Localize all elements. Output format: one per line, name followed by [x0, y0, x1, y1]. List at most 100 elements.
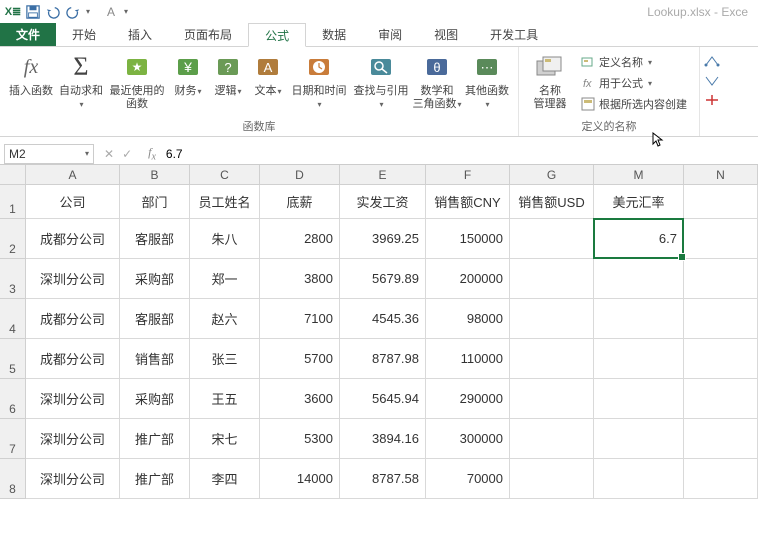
select-all-corner[interactable]: [0, 165, 26, 185]
undo-icon[interactable]: [44, 3, 62, 21]
cell[interactable]: [684, 185, 758, 219]
col-header[interactable]: D: [260, 165, 340, 185]
cell[interactable]: 美元汇率: [594, 185, 684, 219]
cell[interactable]: 8787.58: [340, 459, 426, 499]
redo-icon[interactable]: [64, 3, 82, 21]
cell[interactable]: 5700: [260, 339, 340, 379]
cell[interactable]: 王五: [190, 379, 260, 419]
cell[interactable]: 200000: [426, 259, 510, 299]
cell[interactable]: 5300: [260, 419, 340, 459]
cell[interactable]: [684, 419, 758, 459]
col-header[interactable]: N: [684, 165, 758, 185]
cell[interactable]: 朱八: [190, 219, 260, 259]
cell[interactable]: [684, 459, 758, 499]
cell[interactable]: 推广部: [120, 419, 190, 459]
use-in-formula-button[interactable]: fx 用于公式▾: [577, 74, 691, 92]
cell[interactable]: 成都分公司: [26, 219, 120, 259]
cell[interactable]: [684, 339, 758, 379]
tab-review[interactable]: 审阅: [362, 22, 418, 46]
cell[interactable]: [510, 379, 594, 419]
cell[interactable]: 李四: [190, 459, 260, 499]
row-header[interactable]: 2: [0, 219, 26, 259]
row-header[interactable]: 7: [0, 419, 26, 459]
col-header[interactable]: M: [594, 165, 684, 185]
cell[interactable]: 290000: [426, 379, 510, 419]
font-size-icon[interactable]: A: [102, 3, 120, 21]
cell[interactable]: 深圳分公司: [26, 459, 120, 499]
col-header[interactable]: F: [426, 165, 510, 185]
row-header[interactable]: 6: [0, 379, 26, 419]
row-header[interactable]: 1: [0, 185, 26, 219]
cell[interactable]: 深圳分公司: [26, 379, 120, 419]
cell[interactable]: 实发工资: [340, 185, 426, 219]
cell[interactable]: [684, 299, 758, 339]
cell[interactable]: 4545.36: [340, 299, 426, 339]
cell[interactable]: 5679.89: [340, 259, 426, 299]
accept-formula-icon[interactable]: ✓: [122, 147, 132, 161]
lookup-button[interactable]: 查找与引用▾: [350, 49, 412, 113]
cell[interactable]: 深圳分公司: [26, 259, 120, 299]
save-icon[interactable]: [24, 3, 42, 21]
cell[interactable]: [510, 459, 594, 499]
cell[interactable]: 98000: [426, 299, 510, 339]
cell[interactable]: 宋七: [190, 419, 260, 459]
cell[interactable]: 300000: [426, 419, 510, 459]
name-box[interactable]: M2 ▾: [4, 144, 94, 164]
cell[interactable]: [594, 299, 684, 339]
define-name-button[interactable]: 定义名称▾: [577, 53, 691, 71]
cell[interactable]: 销售部: [120, 339, 190, 379]
cell[interactable]: 7100: [260, 299, 340, 339]
tab-formulas[interactable]: 公式: [248, 23, 306, 47]
cell[interactable]: [510, 419, 594, 459]
col-header[interactable]: A: [26, 165, 120, 185]
cell[interactable]: 70000: [426, 459, 510, 499]
cell[interactable]: [684, 259, 758, 299]
cell[interactable]: 销售额CNY: [426, 185, 510, 219]
col-header[interactable]: B: [120, 165, 190, 185]
cell[interactable]: [684, 379, 758, 419]
cell[interactable]: 150000: [426, 219, 510, 259]
cell[interactable]: 成都分公司: [26, 299, 120, 339]
cell[interactable]: 5645.94: [340, 379, 426, 419]
cell[interactable]: 部门: [120, 185, 190, 219]
formula-input[interactable]: [162, 144, 758, 164]
cell[interactable]: 成都分公司: [26, 339, 120, 379]
tab-insert[interactable]: 插入: [112, 22, 168, 46]
math-button[interactable]: θ 数学和 三角函数▾: [412, 49, 462, 113]
other-fn-button[interactable]: ⋯ 其他函数▾: [462, 49, 512, 113]
cell[interactable]: 推广部: [120, 459, 190, 499]
cell[interactable]: 张三: [190, 339, 260, 379]
tab-layout[interactable]: 页面布局: [168, 22, 248, 46]
row-header[interactable]: 3: [0, 259, 26, 299]
cell[interactable]: 3894.16: [340, 419, 426, 459]
cell[interactable]: [510, 339, 594, 379]
cell[interactable]: 员工姓名: [190, 185, 260, 219]
col-header[interactable]: E: [340, 165, 426, 185]
text-button[interactable]: A 文本▾: [248, 49, 288, 100]
tab-view[interactable]: 视图: [418, 22, 474, 46]
cell[interactable]: 底薪: [260, 185, 340, 219]
cell[interactable]: 采购部: [120, 379, 190, 419]
tab-home[interactable]: 开始: [56, 22, 112, 46]
cell[interactable]: [510, 259, 594, 299]
cell[interactable]: 14000: [260, 459, 340, 499]
col-header[interactable]: G: [510, 165, 594, 185]
cell[interactable]: 公司: [26, 185, 120, 219]
qat-dropdown-icon[interactable]: ▾: [84, 3, 92, 21]
logical-button[interactable]: ? 逻辑▾: [208, 49, 248, 100]
cell[interactable]: 3600: [260, 379, 340, 419]
insert-function-button[interactable]: fx 插入函数: [6, 49, 56, 100]
worksheet-grid[interactable]: A B C D E F G M N 1 公司 部门 员工姓名 底薪 实发工资 销…: [0, 165, 758, 499]
cell[interactable]: 110000: [426, 339, 510, 379]
cell[interactable]: [594, 459, 684, 499]
tab-file[interactable]: 文件: [0, 22, 56, 46]
autosum-button[interactable]: Σ 自动求和▾: [56, 49, 106, 113]
cell[interactable]: 深圳分公司: [26, 419, 120, 459]
cell[interactable]: 3800: [260, 259, 340, 299]
cell[interactable]: [594, 259, 684, 299]
cell[interactable]: 销售额USD: [510, 185, 594, 219]
cell[interactable]: 8787.98: [340, 339, 426, 379]
cell[interactable]: [594, 339, 684, 379]
cell[interactable]: [594, 379, 684, 419]
tab-data[interactable]: 数据: [306, 22, 362, 46]
